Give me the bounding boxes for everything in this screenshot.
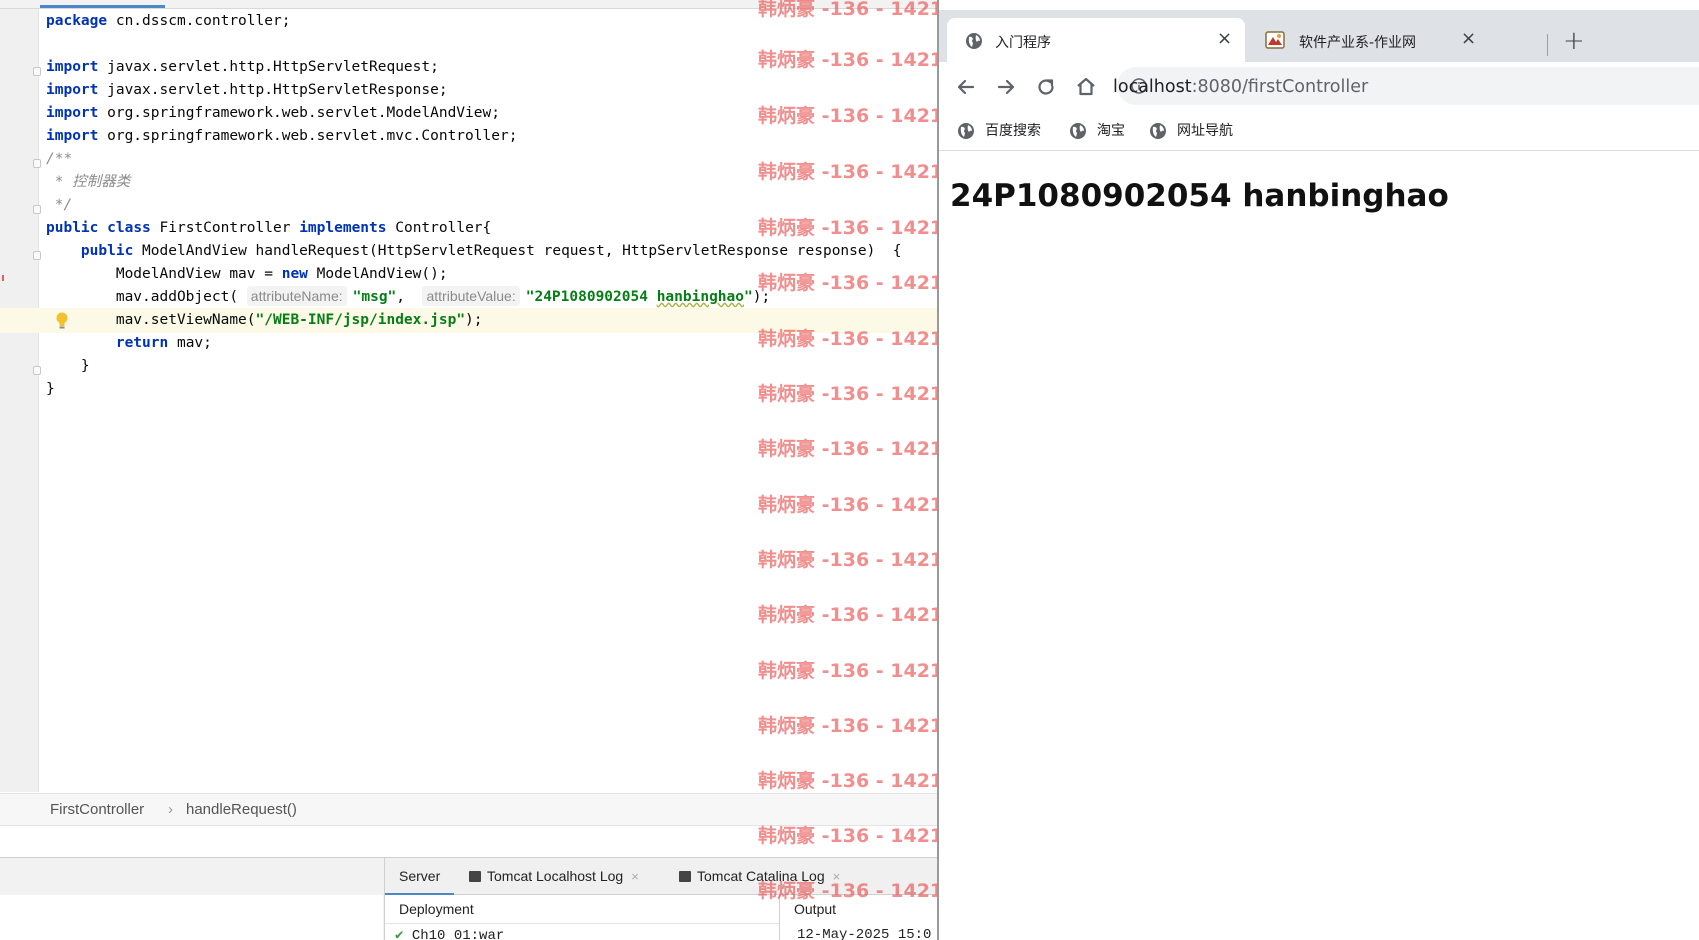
tab-server[interactable]: Server — [384, 858, 455, 895]
tab-label: Tomcat Catalina Log — [697, 868, 825, 884]
home-icon[interactable] — [1073, 74, 1099, 100]
divider — [385, 923, 779, 924]
browser-toolbar: localhost:8080/firstController — [939, 62, 1699, 112]
code-line: package cn.dsscm.controller; — [46, 13, 291, 29]
bookmark-label: 淘宝 — [1097, 123, 1125, 139]
code-line: import org.springframework.web.servlet.M… — [46, 105, 500, 121]
tab-tomcat-catalina-log[interactable]: Tomcat Catalina Log × — [679, 858, 840, 894]
back-arrow-icon[interactable] — [953, 74, 979, 100]
browser-window: 入门程序 × 软件产业系-作业网 × + localhost:8080/firs… — [937, 0, 1699, 940]
url-path: :8080/firstController — [1191, 77, 1369, 97]
code-line: mav.addObject( attributeName: "msg", attr… — [115, 286, 771, 306]
tab-tomcat-localhost-log[interactable]: Tomcat Localhost Log × — [469, 858, 639, 894]
output-line: 12-May-2025 15:0 — [797, 927, 932, 940]
bookmark-taobao[interactable]: 淘宝 — [1069, 119, 1139, 143]
tab-separator — [1547, 34, 1548, 56]
close-tab-icon[interactable]: × — [1461, 29, 1476, 49]
globe-icon — [966, 33, 982, 49]
fold-marker-icon[interactable] — [33, 205, 41, 214]
new-tab-button[interactable]: + — [1563, 28, 1585, 54]
web-page-content: 24P1080902054 hanbinghao — [939, 151, 1699, 940]
code-line: import javax.servlet.http.HttpServletRes… — [46, 82, 448, 98]
close-icon[interactable]: × — [833, 869, 841, 884]
bookmark-baidu[interactable]: 百度搜索 — [957, 119, 1067, 143]
url-host: localhost — [1113, 77, 1192, 97]
console-icon — [679, 871, 691, 882]
browser-tab-active[interactable]: 入门程序 × — [947, 18, 1245, 62]
services-tabs: Server Tomcat Localhost Log × Tomcat Cata… — [384, 858, 937, 895]
editor-gutter — [0, 9, 41, 792]
bookmark-label: 网址导航 — [1177, 123, 1233, 139]
output-panel: Output 12-May-2025 15:0 — [779, 895, 937, 940]
site-favicon-icon — [1265, 31, 1285, 49]
deployment-item[interactable]: ✔ Ch10_01:war — [395, 927, 504, 940]
code-line: ModelAndView mav = new ModelAndView(); — [115, 266, 448, 282]
tab-title: 软件产业系-作业网 — [1299, 35, 1417, 51]
code-line: } — [46, 358, 90, 374]
breadcrumb-method[interactable]: handleRequest() — [186, 801, 297, 818]
code-line: } — [46, 381, 55, 397]
services-tool-window: Server Tomcat Localhost Log × Tomcat Cata… — [0, 857, 937, 940]
ide-window: package cn.dsscm.controller; import java… — [0, 0, 937, 940]
page-heading: 24P1080902054 hanbinghao — [950, 178, 1449, 214]
active-tab-indicator — [40, 5, 165, 8]
deployment-panel: Deployment ✔ Ch10_01:war — [384, 895, 779, 940]
globe-icon — [958, 123, 974, 139]
code-line: import org.springframework.web.servlet.m… — [46, 128, 518, 144]
fold-marker-icon[interactable] — [33, 251, 41, 260]
parameter-hint: attributeName: — [246, 286, 347, 306]
parameter-hint: attributeValue: — [422, 286, 520, 306]
tab-server-label: Server — [399, 868, 441, 884]
tab-label: Tomcat Localhost Log — [487, 868, 624, 884]
globe-icon — [1070, 123, 1086, 139]
fold-marker-icon[interactable] — [33, 366, 41, 375]
fold-marker-icon[interactable] — [33, 159, 41, 168]
code-comment: */ — [46, 197, 73, 213]
code-comment: * 控制器类 — [46, 174, 131, 190]
breadcrumb-class[interactable]: FirstController — [50, 801, 144, 818]
code-line: return mav; — [115, 335, 212, 351]
code-line: import javax.servlet.http.HttpServletReq… — [46, 59, 439, 75]
editor-tab-strip — [0, 0, 937, 9]
forward-arrow-icon[interactable] — [993, 74, 1019, 100]
deployment-header: Deployment — [399, 901, 474, 917]
bookmark-label: 百度搜索 — [985, 123, 1041, 139]
browser-tab-strip: 入门程序 × 软件产业系-作业网 × + — [939, 10, 1699, 62]
fold-marker-icon[interactable] — [33, 67, 41, 76]
output-header: Output — [794, 901, 837, 917]
tab-title: 入门程序 — [995, 35, 1051, 51]
close-icon[interactable]: × — [631, 869, 639, 884]
code-line: mav.setViewName("/WEB-INF/jsp/index.jsp"… — [115, 312, 483, 328]
console-icon — [469, 871, 481, 882]
code-line: public class FirstController implements … — [46, 220, 492, 236]
globe-icon — [1150, 123, 1166, 139]
services-tree — [0, 895, 383, 940]
browser-tab[interactable]: 软件产业系-作业网 × — [1251, 18, 1486, 62]
bookmark-hao123[interactable]: 网址导航 — [1149, 119, 1249, 143]
close-tab-icon[interactable]: × — [1217, 29, 1232, 49]
breadcrumb: FirstController › handleRequest() — [0, 793, 937, 826]
code-comment: /** — [46, 151, 73, 167]
reload-icon[interactable] — [1033, 74, 1059, 100]
breadcrumb-separator: › — [168, 801, 173, 818]
url-text[interactable]: localhost:8080/firstController — [1113, 77, 1368, 97]
change-marker — [2, 275, 4, 281]
check-icon: ✔ — [395, 928, 404, 940]
code-line: public ModelAndView handleRequest(HttpSe… — [80, 243, 902, 259]
deployment-item-label: Ch10_01:war — [411, 928, 505, 940]
bookmarks-bar: 百度搜索 淘宝 网址导航 — [939, 112, 1699, 151]
